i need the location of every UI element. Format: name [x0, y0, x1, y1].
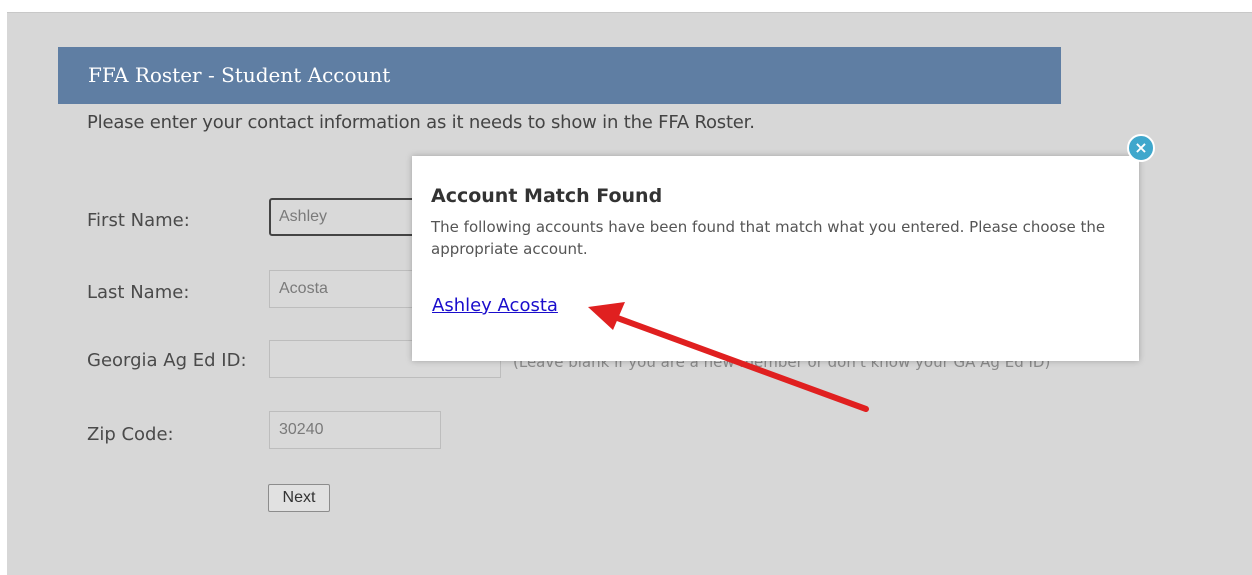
red-arrow-annotation — [588, 302, 869, 412]
arrow-shaft — [609, 313, 869, 412]
